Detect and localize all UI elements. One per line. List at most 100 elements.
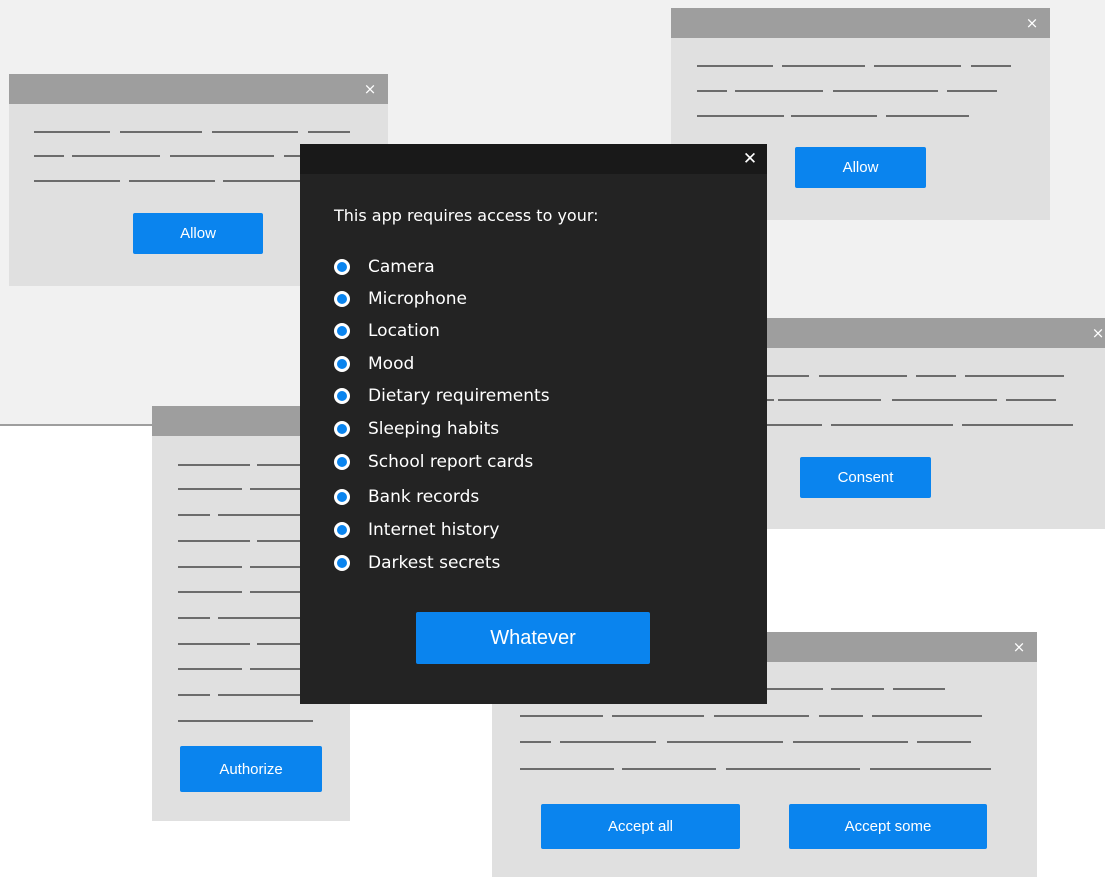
consent-button[interactable]: Consent xyxy=(800,457,931,498)
text-placeholder-line xyxy=(697,90,727,92)
text-placeholder-line xyxy=(178,464,250,466)
text-placeholder-line xyxy=(178,514,210,516)
text-placeholder-line xyxy=(250,566,300,568)
accept-all-button[interactable]: Accept all xyxy=(541,804,740,849)
text-placeholder-line xyxy=(250,591,300,593)
radio-selected-icon[interactable] xyxy=(334,388,350,404)
text-placeholder-line xyxy=(917,741,971,743)
text-placeholder-line xyxy=(760,424,822,426)
close-icon[interactable]: × xyxy=(360,79,380,99)
text-placeholder-line xyxy=(520,715,603,717)
text-placeholder-line xyxy=(129,180,215,182)
text-placeholder-line xyxy=(892,399,997,401)
text-placeholder-line xyxy=(178,591,242,593)
text-placeholder-line xyxy=(874,65,961,67)
permission-item-internet-history[interactable]: Internet history xyxy=(334,520,499,540)
permission-window-middle-right: × Consent xyxy=(735,318,1105,529)
radio-selected-icon[interactable] xyxy=(334,356,350,372)
text-placeholder-line xyxy=(34,155,64,157)
radio-selected-icon[interactable] xyxy=(334,421,350,437)
permission-item-school-report-cards[interactable]: School report cards xyxy=(334,452,533,472)
radio-selected-icon[interactable] xyxy=(334,323,350,339)
accept-some-button[interactable]: Accept some xyxy=(789,804,987,849)
window-titlebar xyxy=(671,8,1050,38)
text-placeholder-line xyxy=(34,131,110,133)
text-placeholder-line xyxy=(778,399,881,401)
permission-item-microphone[interactable]: Microphone xyxy=(334,289,467,309)
text-placeholder-line xyxy=(947,90,997,92)
text-placeholder-line xyxy=(170,155,274,157)
permission-item-dietary-requirements[interactable]: Dietary requirements xyxy=(334,386,550,406)
text-placeholder-line xyxy=(782,65,865,67)
permission-item-sleeping-habits[interactable]: Sleeping habits xyxy=(334,419,499,439)
close-icon[interactable]: ✕ xyxy=(739,148,761,170)
allow-button[interactable]: Allow xyxy=(133,213,263,254)
text-placeholder-line xyxy=(250,668,300,670)
text-placeholder-line xyxy=(178,540,250,542)
dialog-titlebar xyxy=(300,144,767,174)
text-placeholder-line xyxy=(178,694,210,696)
text-placeholder-line xyxy=(212,131,298,133)
text-placeholder-line xyxy=(34,180,120,182)
permission-item-darkest-secrets[interactable]: Darkest secrets xyxy=(334,553,500,573)
text-placeholder-line xyxy=(962,424,1073,426)
text-placeholder-line xyxy=(667,741,783,743)
text-placeholder-line xyxy=(308,131,350,133)
text-placeholder-line xyxy=(178,720,313,722)
radio-selected-icon[interactable] xyxy=(334,522,350,538)
close-icon[interactable]: × xyxy=(1088,323,1105,343)
text-placeholder-line xyxy=(560,741,656,743)
dialog-prompt: This app requires access to your: xyxy=(334,206,599,225)
permissions-dialog: ✕ This app requires access to your: Came… xyxy=(300,144,767,704)
permission-label: Bank records xyxy=(368,487,480,507)
text-placeholder-line xyxy=(833,90,938,92)
radio-selected-icon[interactable] xyxy=(334,555,350,571)
permission-item-location[interactable]: Location xyxy=(334,321,440,341)
text-placeholder-line xyxy=(819,375,907,377)
radio-selected-icon[interactable] xyxy=(334,291,350,307)
text-placeholder-line xyxy=(760,375,809,377)
text-placeholder-line xyxy=(622,768,716,770)
permission-label: Camera xyxy=(368,257,435,277)
radio-selected-icon[interactable] xyxy=(334,454,350,470)
text-placeholder-line xyxy=(697,115,784,117)
permission-label: Dietary requirements xyxy=(368,386,550,406)
text-placeholder-line xyxy=(218,694,300,696)
permission-label: School report cards xyxy=(368,452,534,472)
window-titlebar xyxy=(735,318,1105,348)
radio-selected-icon[interactable] xyxy=(334,489,350,505)
text-placeholder-line xyxy=(793,741,908,743)
text-placeholder-line xyxy=(178,566,242,568)
text-placeholder-line xyxy=(831,688,884,690)
text-placeholder-line xyxy=(726,768,860,770)
text-placeholder-line xyxy=(612,715,704,717)
text-placeholder-line xyxy=(223,180,303,182)
text-placeholder-line xyxy=(1006,399,1056,401)
text-placeholder-line xyxy=(872,715,982,717)
text-placeholder-line xyxy=(697,65,773,67)
permission-label: Sleeping habits xyxy=(368,419,500,439)
text-placeholder-line xyxy=(178,617,210,619)
allow-button[interactable]: Allow xyxy=(795,147,926,188)
permission-item-camera[interactable]: Camera xyxy=(334,257,435,277)
text-placeholder-line xyxy=(971,65,1011,67)
text-placeholder-line xyxy=(819,715,863,717)
permission-item-mood[interactable]: Mood xyxy=(334,354,414,374)
text-placeholder-line xyxy=(965,375,1064,377)
whatever-button[interactable]: Whatever xyxy=(416,612,650,664)
radio-selected-icon[interactable] xyxy=(334,259,350,275)
close-icon[interactable]: × xyxy=(1009,637,1029,657)
permission-label: Mood xyxy=(368,354,415,374)
permission-item-bank-records[interactable]: Bank records xyxy=(334,487,479,507)
text-placeholder-line xyxy=(870,768,991,770)
text-placeholder-line xyxy=(250,488,300,490)
text-placeholder-line xyxy=(520,741,551,743)
text-placeholder-line xyxy=(218,514,300,516)
text-placeholder-line xyxy=(735,90,823,92)
authorize-button[interactable]: Authorize xyxy=(180,746,322,792)
text-placeholder-line xyxy=(178,488,242,490)
text-placeholder-line xyxy=(520,768,614,770)
close-icon[interactable]: × xyxy=(1022,13,1042,33)
text-placeholder-line xyxy=(178,643,250,645)
text-placeholder-line xyxy=(886,115,969,117)
